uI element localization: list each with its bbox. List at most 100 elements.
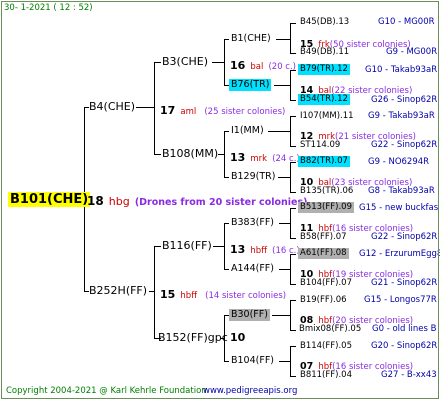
connector	[154, 246, 161, 247]
g4-queen-label[interactable]: B104(FF).07	[300, 279, 352, 288]
g4-origin: G12 - ErzurumEgg8	[359, 249, 440, 259]
g4-queen-label[interactable]: I107(MM).11	[300, 112, 354, 121]
g4-origin: G10 - MG00R	[378, 17, 435, 27]
g1-code: aml	[180, 107, 197, 117]
g2-year: 13	[230, 151, 246, 164]
g2-queen-label[interactable]: B3(CHE)	[162, 56, 208, 67]
connector	[154, 62, 155, 154]
g3-queen-label[interactable]: B30(FF)	[229, 309, 270, 321]
g4-queen-label[interactable]: A61(FF).08	[298, 248, 349, 259]
g2-queen-info: 16 bal (20 c.)	[230, 56, 296, 72]
connector	[290, 300, 296, 301]
pedigree-page: { "header": { "date": "30- 1-2021 ( 12 :…	[0, 0, 440, 400]
g4-origin: G26 - Sinop62R	[371, 95, 438, 105]
connector	[224, 223, 225, 269]
g2-note: (20 c.)	[268, 62, 296, 72]
connector	[154, 246, 155, 338]
connector	[276, 39, 290, 40]
g3-queen-label[interactable]: B1(CHE)	[231, 34, 271, 44]
connector	[290, 146, 296, 147]
g1-note: (14 sister colonies)	[205, 291, 287, 301]
connector	[290, 238, 296, 239]
connector	[290, 70, 291, 100]
g4-queen-label[interactable]: B49(DB).11	[300, 48, 349, 57]
g3-queen-label[interactable]: B76(TR)	[229, 79, 272, 91]
print-date: 30- 1-2021 ( 12 : 52)	[4, 3, 93, 13]
connector	[224, 131, 225, 177]
g1-code: hbff	[180, 291, 198, 301]
g2-queen-info: 13 hbff (16 c.)	[230, 240, 300, 256]
g4-origin: G15 - Longos77R	[364, 295, 437, 305]
g2-year: 13	[230, 243, 246, 256]
g4-origin: G9 - NO6294R	[368, 157, 430, 167]
copyright-text: Copyright 2004-2021 @ Karl Kehrle Founda…	[6, 386, 207, 396]
g4-queen-label[interactable]: B45(DB).13	[300, 18, 349, 27]
root-info: 18 hbg (Drones from 20 sister colonies)	[87, 192, 307, 208]
g4-queen-label[interactable]: B58(FF).07	[300, 233, 347, 242]
connector	[290, 116, 296, 117]
connector	[224, 131, 229, 132]
connector	[290, 208, 296, 209]
root-code: hbg	[108, 195, 130, 208]
website-link[interactable]: www.pedigreeapis.org	[203, 387, 297, 396]
connector	[154, 154, 161, 155]
g4-origin: G0 - old lines B	[372, 324, 437, 334]
g4-queen-label[interactable]: B19(FF).06	[300, 296, 347, 305]
g2-queen-label[interactable]: B116(FF)	[162, 240, 212, 251]
g4-queen-label[interactable]: B54(TR).12	[298, 94, 350, 105]
g4-queen-label[interactable]: B811(FF).04	[300, 371, 352, 380]
connector	[224, 269, 229, 270]
connector	[213, 246, 224, 247]
root-queen-label[interactable]: B101(CHE)	[8, 192, 91, 207]
g4-queen-label[interactable]: B513(FF).09	[298, 202, 354, 213]
g2-queen-label[interactable]: B152(FF)gpc	[158, 332, 228, 343]
connector	[290, 53, 296, 54]
g3-queen-label[interactable]: I1(MM)	[231, 126, 264, 136]
connector	[290, 208, 291, 238]
g4-queen-label[interactable]: B79(TR).12	[298, 64, 350, 75]
g2-year: 10	[230, 331, 246, 344]
connector	[290, 23, 296, 24]
g1-year: 17	[160, 104, 176, 117]
connector	[279, 223, 290, 224]
g4-queen-label[interactable]: Bmix08(FF).05	[299, 325, 361, 334]
root-note: (Drones from 20 sister colonies)	[134, 197, 308, 208]
g2-queen-info: 13 mrk (24 c.)	[230, 148, 300, 164]
g4-queen-label[interactable]: B135(TR).06	[300, 187, 353, 196]
g3-queen-label[interactable]: B383(FF)	[231, 218, 274, 228]
g4-origin: G9 - MG00R	[386, 47, 438, 57]
connector	[224, 223, 229, 224]
connector	[136, 107, 154, 108]
connector	[290, 23, 291, 53]
connector	[290, 284, 296, 285]
g2-code: bal	[250, 62, 264, 72]
connector	[272, 315, 290, 316]
connector	[274, 85, 290, 86]
g2-code: hbff	[250, 246, 268, 256]
g4-queen-label[interactable]: B82(TR).07	[298, 156, 350, 167]
connector	[224, 177, 229, 178]
g3-queen-label[interactable]: B104(FF)	[231, 356, 274, 366]
g4-queen-label[interactable]: B114(FF).05	[300, 342, 352, 351]
connector	[290, 254, 291, 284]
connector	[279, 269, 290, 270]
g4-queen-label[interactable]: ST114.09	[300, 141, 340, 150]
g1-note: (25 sister colonies)	[204, 107, 286, 117]
connector	[290, 376, 296, 377]
g2-note: (16 c.)	[272, 246, 300, 256]
connector	[212, 62, 224, 63]
g3-queen-label[interactable]: B129(TR)	[231, 172, 275, 182]
connector	[154, 62, 161, 63]
connector	[278, 177, 290, 178]
g4-origin: G27 - B-xx43	[381, 370, 437, 380]
g2-queen-label[interactable]: B108(MM)	[162, 148, 218, 159]
root-year: 18	[87, 194, 104, 208]
g3-queen-label[interactable]: A144(FF)	[231, 264, 274, 274]
g1-queen-label[interactable]: B252H(FF)	[89, 285, 147, 296]
g1-queen-label[interactable]: B4(CHE)	[89, 101, 135, 112]
connector	[290, 330, 296, 331]
g4-origin: G10 - Takab93aR	[365, 65, 438, 75]
connector	[290, 300, 291, 330]
connector	[224, 39, 225, 85]
g4-origin: G22 - Sinop62R	[371, 140, 438, 150]
